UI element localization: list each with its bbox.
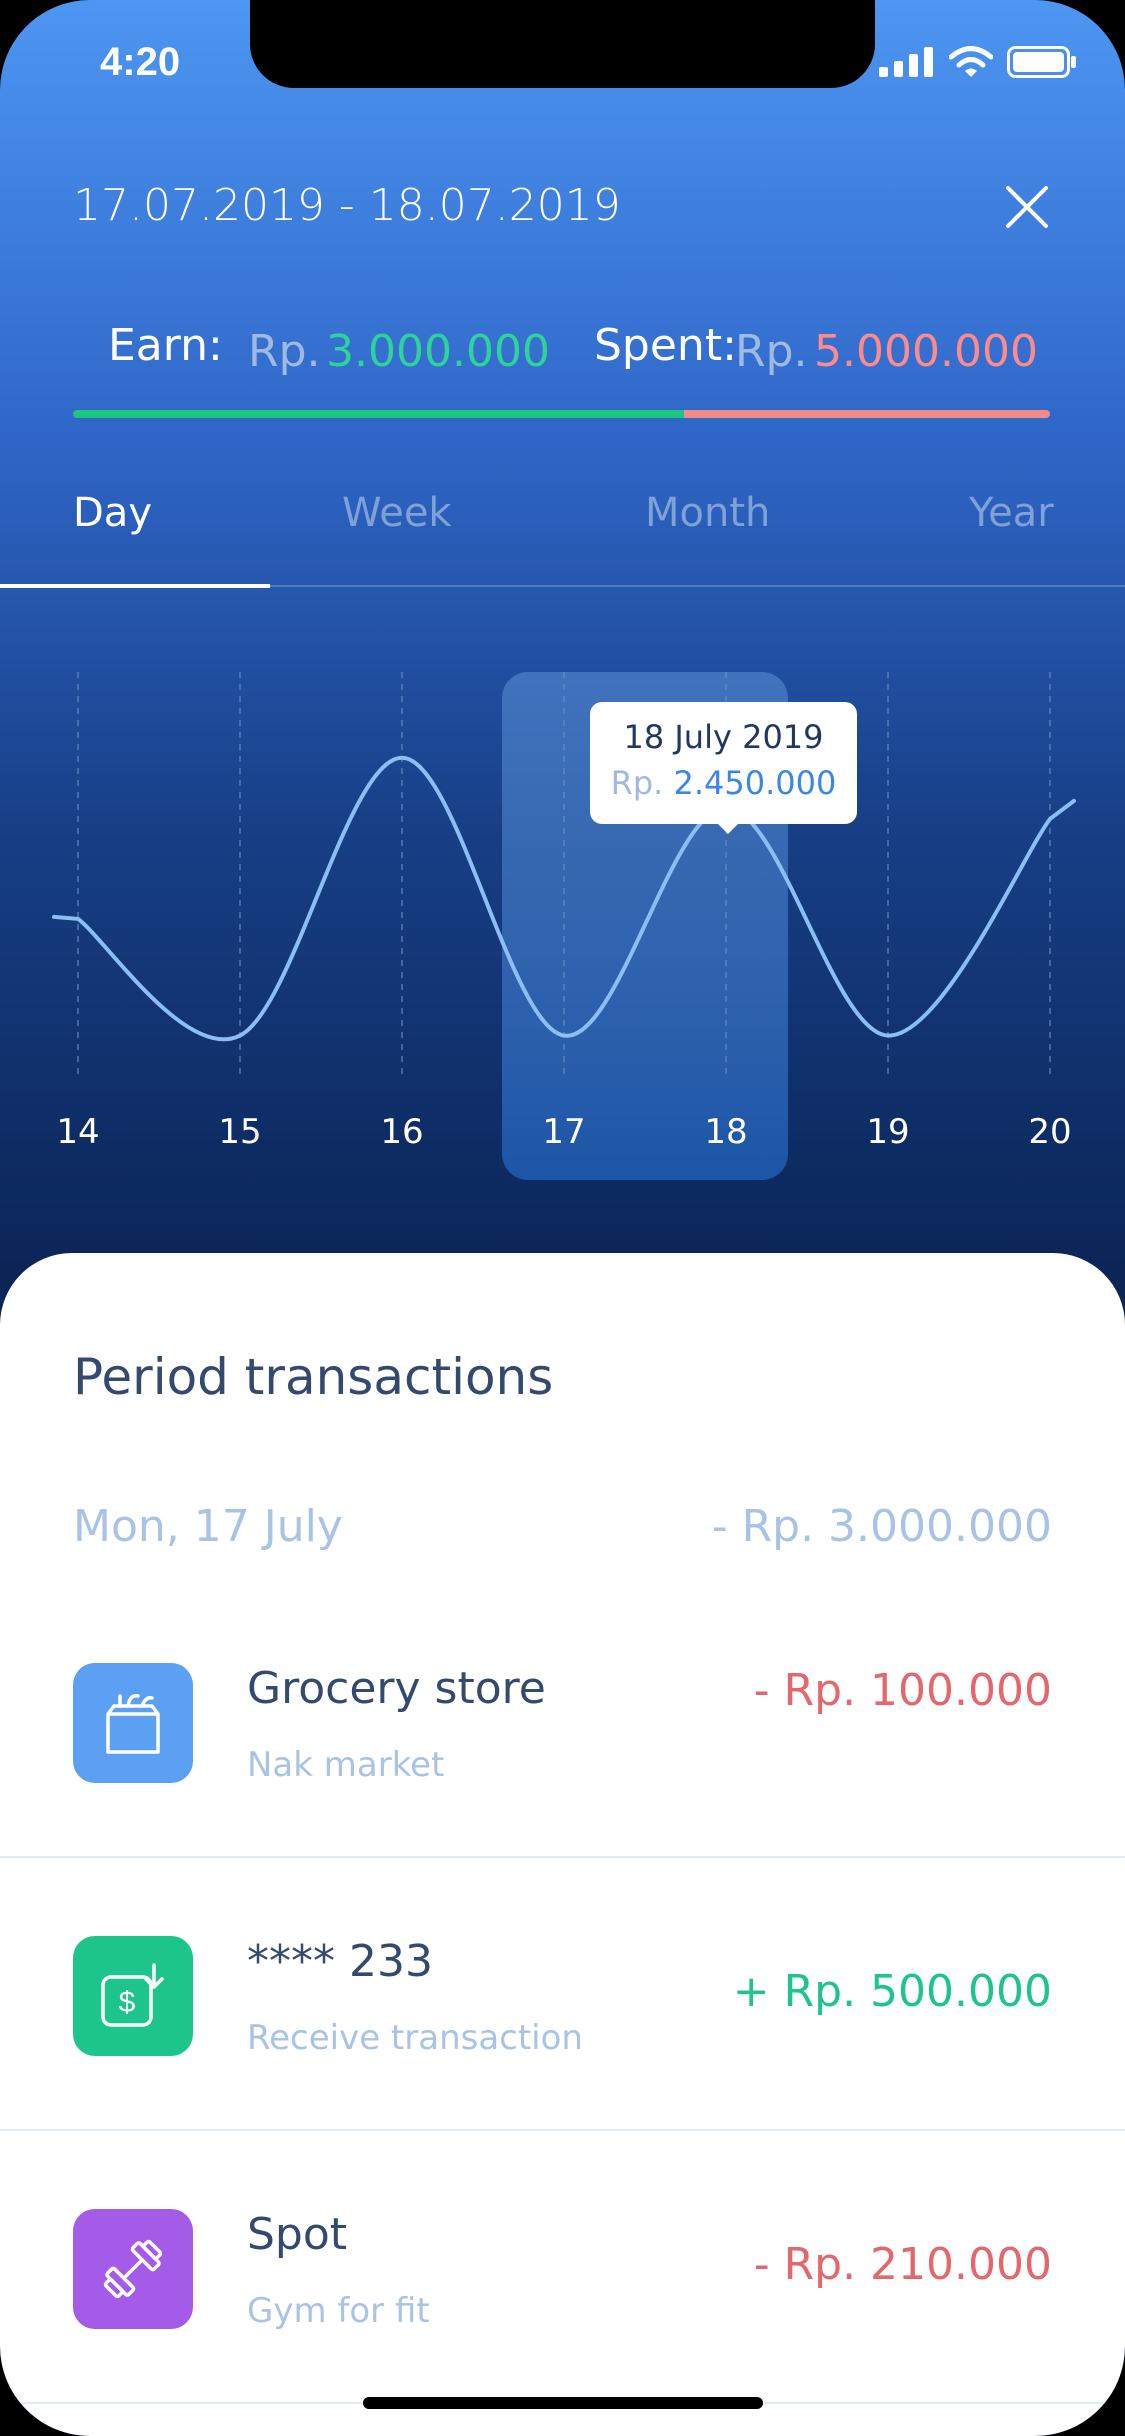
- transaction-name: Grocery store: [247, 1663, 546, 1714]
- x-tick-label[interactable]: 14: [56, 1112, 99, 1152]
- tab-week[interactable]: Week: [342, 490, 452, 536]
- tab-year[interactable]: Year: [969, 490, 1054, 536]
- battery-icon: [1007, 46, 1076, 78]
- device-notch: [250, 0, 875, 88]
- tooltip-currency: Rp.: [610, 764, 664, 802]
- tooltip-value: Rp. 2.450.000: [590, 764, 857, 802]
- transaction-subtitle: Gym for fit: [247, 2291, 430, 2331]
- active-tab-indicator: [0, 584, 270, 588]
- x-tick-label[interactable]: 16: [380, 1112, 423, 1152]
- tab-day[interactable]: Day: [73, 490, 152, 536]
- transaction-item-grocery[interactable]: Grocery store Nak market - Rp. 100.000: [0, 1663, 1125, 1935]
- row-divider: [0, 1856, 1125, 1858]
- status-icons: [879, 46, 1077, 78]
- row-divider: [0, 2129, 1125, 2131]
- transaction-amount: - Rp. 100.000: [753, 1665, 1052, 1716]
- x-tick-label[interactable]: 17: [542, 1112, 585, 1152]
- transaction-icon-box: [73, 1663, 193, 1783]
- earn-spent-ratio-bar: [73, 410, 1050, 418]
- section-title: Period transactions: [73, 1348, 554, 1406]
- data-point[interactable]: [1044, 813, 1056, 825]
- transaction-amount: + Rp. 500.000: [732, 1966, 1052, 2017]
- data-point[interactable]: [882, 1030, 894, 1042]
- home-indicator: [363, 2397, 763, 2409]
- transaction-subtitle: Receive transaction: [247, 2018, 583, 2058]
- earn-label: Earn:: [108, 320, 223, 371]
- screen: 4:20 17.07.2019 - 18.07.2019 Earn: Rp. 3…: [0, 0, 1125, 2436]
- tab-month[interactable]: Month: [645, 490, 770, 536]
- data-point[interactable]: [234, 1030, 246, 1042]
- transaction-icon-box: $: [73, 1936, 193, 2056]
- close-icon[interactable]: [1005, 185, 1049, 229]
- spent-label: Spent:: [594, 320, 737, 371]
- date-range[interactable]: 17.07.2019 - 18.07.2019: [73, 180, 621, 231]
- spent-value: 5.000.000: [814, 326, 1038, 377]
- day-label: Mon, 17 July: [73, 1501, 343, 1552]
- transaction-item-receive[interactable]: $ **** 233 Receive transaction + Rp. 500…: [0, 1936, 1125, 2208]
- transaction-name: **** 233: [247, 1936, 433, 1987]
- data-point[interactable]: [72, 913, 84, 925]
- wifi-icon: [949, 46, 993, 77]
- transaction-subtitle: Nak market: [247, 1745, 445, 1785]
- data-point[interactable]: [396, 752, 408, 764]
- transaction-name: Spot: [247, 2209, 348, 2260]
- x-tick-label[interactable]: 20: [1028, 1112, 1071, 1152]
- earn-ratio-fill: [73, 410, 684, 418]
- transactions-sheet: Period transactions Mon, 17 July - Rp. 3…: [0, 1253, 1125, 2436]
- signal-icon: [879, 47, 933, 77]
- grocery-bag-icon: [106, 1693, 160, 1754]
- tooltip-date: 18 July 2019: [623, 718, 824, 756]
- status-time: 4:20: [100, 40, 181, 84]
- tooltip-arrow: [714, 820, 742, 834]
- transaction-amount: - Rp. 210.000: [753, 2239, 1052, 2290]
- day-total: - Rp. 3.000.000: [711, 1501, 1052, 1552]
- tooltip-amount: 2.450.000: [673, 764, 837, 802]
- dumbbell-icon: [103, 2239, 163, 2299]
- data-point[interactable]: [558, 1030, 570, 1042]
- transaction-icon-box: [73, 2209, 193, 2329]
- spent-ratio-fill: [683, 410, 1050, 418]
- period-tabs: Day Week Month Year: [0, 490, 1125, 586]
- earn-value: 3.000.000: [326, 326, 550, 377]
- receive-money-icon: $: [101, 1963, 164, 2027]
- x-tick-label[interactable]: 15: [218, 1112, 261, 1152]
- svg-text:$: $: [119, 1986, 136, 2019]
- daily-line-chart[interactable]: 14 15 16 17 18 19 20: [0, 660, 1125, 1200]
- spent-currency: Rp.: [735, 326, 808, 377]
- chart-tooltip: 18 July 2019 Rp. 2.450.000: [590, 702, 857, 824]
- x-tick-label[interactable]: 19: [866, 1112, 909, 1152]
- earn-spent-summary: Earn: Rp. 3.000.000 Spent: Rp. 5.000.000: [0, 320, 1125, 390]
- x-tick-label[interactable]: 18: [704, 1112, 747, 1152]
- earn-currency: Rp.: [248, 326, 321, 377]
